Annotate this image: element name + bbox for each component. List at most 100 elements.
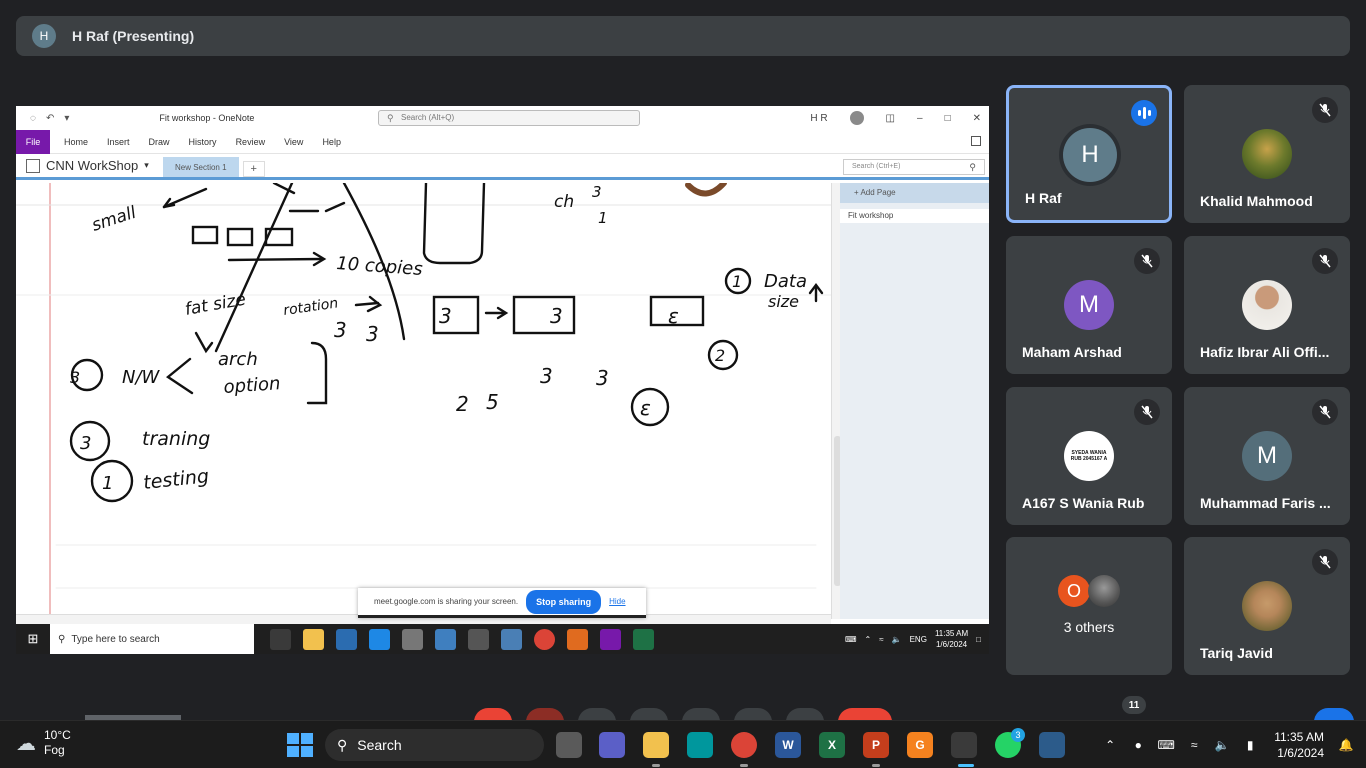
app-icon[interactable] <box>501 628 522 650</box>
participant-tile-maham-arshad[interactable]: M Maham Arshad <box>1006 236 1172 374</box>
participant-tile-h-raf[interactable]: H H Raf <box>1006 85 1172 223</box>
participant-tile-tariq-javid[interactable]: Tariq Javid <box>1184 537 1350 675</box>
menu-home[interactable]: Home <box>64 137 88 147</box>
participant-tile-hafiz-ibrar[interactable]: Hafiz Ibrar Ali Offi... <box>1184 236 1350 374</box>
onenote-search[interactable]: ⚲ Search (Alt+Q) <box>378 110 640 126</box>
hide-banner-link[interactable]: Hide <box>609 597 625 606</box>
file-explorer-icon[interactable] <box>643 732 669 758</box>
weather-widget[interactable]: ☁ 10°C Fog <box>16 728 71 758</box>
volume-icon[interactable]: 🔈 <box>892 635 902 644</box>
task-view-icon[interactable] <box>270 628 291 650</box>
chrome-icon[interactable] <box>731 732 757 758</box>
participant-tile-muhammad-faris[interactable]: M Muhammad Faris ... <box>1184 387 1350 525</box>
undo-icon[interactable]: ↶ <box>46 113 54 124</box>
inner-time: 11:35 AM <box>934 629 969 638</box>
maximize-icon[interactable]: □ <box>945 113 951 124</box>
matlab-icon[interactable] <box>567 628 588 650</box>
participant-name: Maham Arshad <box>1022 344 1122 360</box>
notebook-selector[interactable]: CNN WorkShop ▾ <box>26 158 149 173</box>
running-indicator <box>740 764 748 767</box>
arduino-icon[interactable] <box>687 732 713 758</box>
participant-tile-khalid-mahmood[interactable]: Khalid Mahmood <box>1184 85 1350 223</box>
excel-icon[interactable] <box>633 628 654 650</box>
share-message: meet.google.com is sharing your screen. <box>374 597 519 606</box>
language-label[interactable]: ENG <box>910 635 927 644</box>
start-button[interactable] <box>287 733 313 757</box>
layout-icon[interactable]: ◫ <box>886 113 895 124</box>
menu-draw[interactable]: Draw <box>149 137 170 147</box>
inner-search-box[interactable]: ⚲ Type here to search <box>50 624 254 654</box>
store-icon[interactable] <box>336 628 357 650</box>
sketch-num-i: 1 <box>732 272 742 291</box>
presenter-label: H Raf (Presenting) <box>72 28 195 44</box>
menu-items: Home Insert Draw History Review View Hel… <box>64 137 341 147</box>
avatar: M <box>1242 431 1292 481</box>
menu-help[interactable]: Help <box>322 137 341 147</box>
battery-icon[interactable]: ▮ <box>1240 735 1260 755</box>
app-icon[interactable] <box>1039 732 1065 758</box>
chevron-up-icon[interactable]: ⌃ <box>1100 735 1120 755</box>
sketch-word-copies: 10 copies <box>336 253 424 280</box>
wifi-icon[interactable]: ≈ <box>1184 735 1204 755</box>
menu-history[interactable]: History <box>189 137 217 147</box>
menu-file[interactable]: File <box>16 129 50 154</box>
handwritten-sketch: small 10 copies fat size rotation N/W ar… <box>16 183 831 619</box>
calculator-icon[interactable] <box>468 628 489 650</box>
task-view-icon[interactable] <box>556 732 582 758</box>
inner-taskbar-apps <box>270 628 654 650</box>
chrome-icon[interactable] <box>534 628 555 650</box>
mail-icon[interactable] <box>369 628 390 650</box>
participant-tile-others[interactable]: O 3 others <box>1006 537 1172 675</box>
sketch-num-k: ε <box>640 396 651 420</box>
keyboard-icon[interactable]: ⌨ <box>1156 735 1176 755</box>
snipping-tool-icon[interactable] <box>951 732 977 758</box>
bell-icon[interactable]: 🔔 <box>1336 735 1356 755</box>
app-icon[interactable] <box>402 628 423 650</box>
app-icon[interactable] <box>435 628 456 650</box>
add-page-button[interactable]: + Add Page <box>840 183 989 203</box>
windows-start-icon[interactable]: ⊞ <box>16 631 50 647</box>
close-icon[interactable]: ✕ <box>973 113 981 124</box>
participant-tile-wania-rub[interactable]: SYEDA WANIA RUB 2045167 A A167 S Wania R… <box>1006 387 1172 525</box>
menu-view[interactable]: View <box>284 137 303 147</box>
menu-insert[interactable]: Insert <box>107 137 130 147</box>
taskbar-clock[interactable]: 11:35 AM 1/6/2024 <box>1274 729 1324 761</box>
avatar-logo-text: SYEDA WANIA RUB 2045167 A <box>1070 450 1108 462</box>
page-item[interactable]: Fit workshop <box>840 209 989 223</box>
add-section-button[interactable]: + <box>242 161 265 177</box>
file-explorer-icon[interactable] <box>303 628 324 650</box>
chevron-up-icon[interactable]: ⌃ <box>865 635 872 644</box>
minimize-icon[interactable]: – <box>917 113 923 124</box>
customize-icon[interactable]: ▾ <box>64 113 69 124</box>
excel-icon[interactable]: X <box>819 732 845 758</box>
sketch-num-f: 3 <box>70 368 80 387</box>
note-canvas[interactable]: small 10 copies fat size rotation N/W ar… <box>16 183 831 619</box>
inner-search-placeholder: Type here to search <box>71 633 160 645</box>
taskbar-search[interactable]: ⚲ Search <box>325 729 544 761</box>
pdf-reader-icon[interactable]: G <box>907 732 933 758</box>
ribbon-collapse-icon[interactable] <box>971 136 981 146</box>
avatar: H <box>1063 128 1117 182</box>
microphone-icon[interactable]: ● <box>1128 735 1148 755</box>
teams-chat-icon[interactable] <box>599 732 625 758</box>
keyboard-icon[interactable]: ⌨ <box>845 635 857 644</box>
inner-clock[interactable]: 11:35 AM 1/6/2024 <box>935 628 968 650</box>
page-search[interactable]: Search (Ctrl+E) ⚲ <box>843 159 985 175</box>
powerpoint-icon[interactable]: P <box>863 732 889 758</box>
wifi-icon[interactable]: ≈ <box>879 635 883 644</box>
weather-desc: Fog <box>44 743 65 757</box>
participant-name: Hafiz Ibrar Ali Offi... <box>1200 344 1330 360</box>
menu-review[interactable]: Review <box>236 137 266 147</box>
back-icon[interactable]: ◌ <box>30 113 36 124</box>
avatar <box>1242 129 1292 179</box>
user-avatar[interactable] <box>849 111 864 125</box>
notification-icon[interactable]: □ <box>976 635 981 644</box>
onenote-icon[interactable] <box>600 628 621 650</box>
taskbar-search-label: Search <box>357 737 402 753</box>
weather-temp: 10°C <box>44 728 71 742</box>
stop-sharing-button[interactable]: Stop sharing <box>526 589 602 614</box>
section-tab[interactable]: New Section 1 <box>162 157 239 177</box>
sketch-word-data: Data <box>764 271 807 292</box>
volume-icon[interactable]: 🔈 <box>1212 735 1232 755</box>
word-icon[interactable]: W <box>775 732 801 758</box>
